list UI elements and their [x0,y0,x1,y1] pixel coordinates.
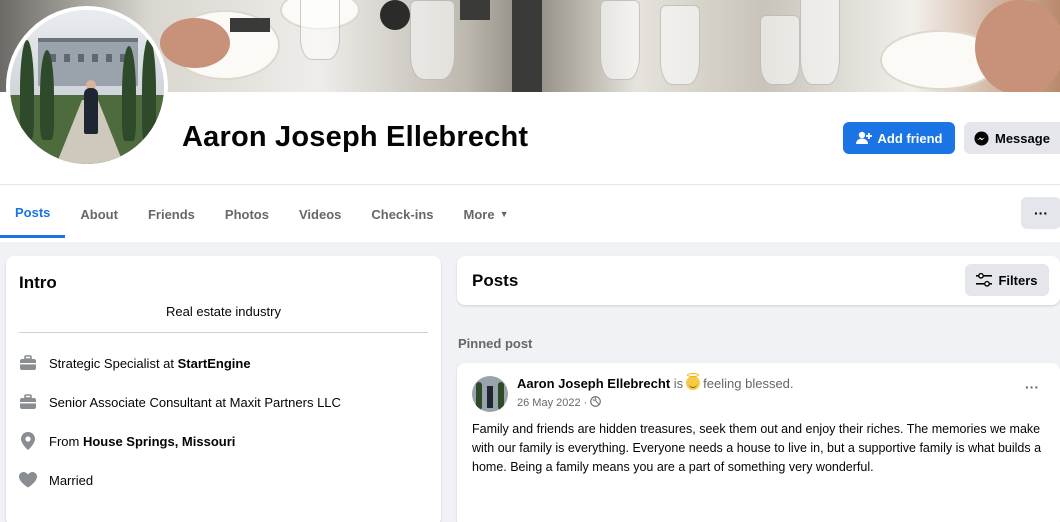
tab-posts[interactable]: Posts [0,190,66,238]
intro-bio: Real estate industry [166,304,281,319]
heart-icon [19,471,37,489]
tab-check-ins[interactable]: Check-ins [356,190,448,238]
posts-title: Posts [472,271,519,290]
post-date[interactable]: 26 May 2022 · [517,396,602,409]
intro-item-hometown: From House Springs, Missouri [19,432,235,450]
location-pin-icon [19,432,37,450]
filters-label: Filters [998,272,1038,288]
post-card: Aaron Joseph Ellebrecht is feeling blesse… [457,363,1060,522]
globe-icon [590,396,602,407]
post-text: Family and friends are hidden treasures,… [472,422,1042,474]
add-friend-label: Add friend [877,130,943,146]
tab-videos[interactable]: Videos [284,190,356,238]
post-author-avatar[interactable] [472,376,508,412]
add-friend-button[interactable]: Add friend [843,122,955,154]
more-dots-icon: ··· [1034,205,1048,221]
message-label: Message [995,130,1050,146]
post-feeling: feeling blessed. [703,376,794,391]
hometown-link[interactable]: House Springs, Missouri [83,434,235,449]
caret-down-icon: ▼ [499,209,509,219]
more-options-button[interactable]: ··· [1021,197,1060,229]
tab-photos[interactable]: Photos [210,190,284,238]
filters-button[interactable]: Filters [965,264,1049,296]
messenger-icon [974,130,989,146]
startengine-link[interactable]: StartEngine [178,356,251,371]
intro-item-relationship: Married [19,471,93,489]
intro-item-work-2: Senior Associate Consultant at Maxit Par… [19,393,341,411]
intro-card: Intro Real estate industry Strategic Spe… [6,256,441,522]
post-author-line: Aaron Joseph Ellebrecht is feeling blesse… [517,373,794,391]
intro-item-work-1: Strategic Specialist at StartEngine [19,354,251,372]
posts-header-card: Posts Filters [457,256,1060,305]
filters-icon [976,273,993,287]
tab-more[interactable]: More ▼ [449,190,524,238]
post-is-word: is [673,376,684,391]
post-options-button[interactable]: ··· [1025,379,1039,395]
tab-about[interactable]: About [65,190,133,238]
post-author-name[interactable]: Aaron Joseph Ellebrecht [517,376,670,391]
pinned-post-label: Pinned post [458,336,533,351]
blessed-emoji-icon [686,373,701,390]
intro-title: Intro [19,273,57,292]
profile-name: Aaron Joseph Ellebrecht [182,121,529,153]
tab-friends[interactable]: Friends [133,190,210,238]
intro-divider [19,332,428,333]
profile-avatar[interactable] [6,6,168,168]
profile-tabs: Posts About Friends Photos Videos Check-… [0,190,524,240]
briefcase-icon [19,354,37,372]
add-person-icon [855,131,872,144]
message-button[interactable]: Message [964,122,1060,154]
briefcase-icon [19,393,37,411]
header-divider [0,184,1060,185]
